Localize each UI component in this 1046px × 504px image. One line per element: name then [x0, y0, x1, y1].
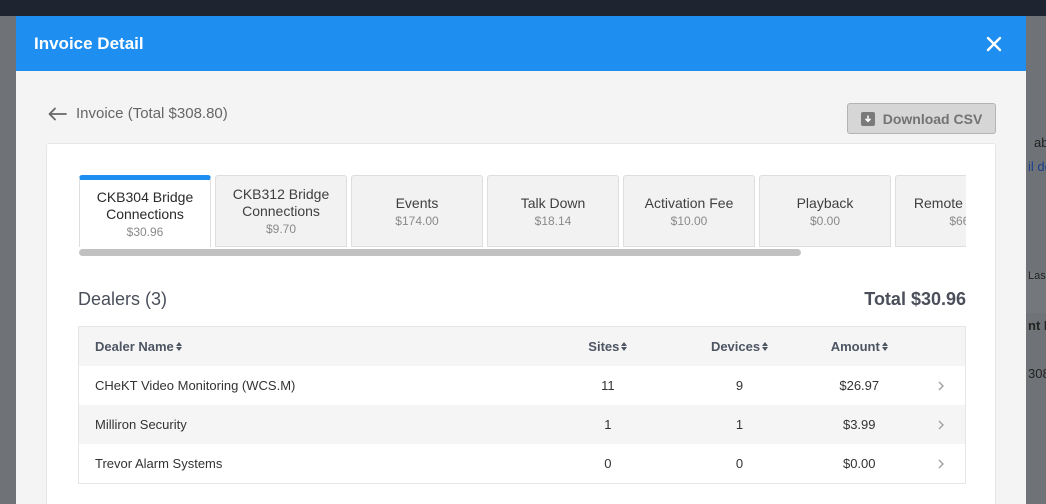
tab-talk-down[interactable]: Talk Down $18.14: [487, 175, 619, 247]
chevron-right-icon[interactable]: [917, 459, 965, 469]
background-text: 308: [1028, 366, 1046, 381]
tab-amount: $30.96: [126, 224, 164, 239]
sort-icon: [762, 342, 769, 351]
tab-label: Activation Fee: [644, 194, 734, 211]
tab-amount: $9.70: [265, 222, 297, 236]
modal-title: Invoice Detail: [34, 33, 144, 53]
header-label: Dealer Name: [95, 339, 174, 354]
modal-header: Invoice Detail: [16, 16, 1026, 71]
sort-icon: [175, 342, 182, 351]
background-text: Las: [1028, 270, 1046, 282]
table-row[interactable]: CHeKT Video Monitoring (WCS.M) 11 9 $26.…: [79, 366, 965, 405]
tab-remote-connections[interactable]: Remote Conne $66.: [895, 175, 966, 247]
table-row[interactable]: Milliron Security 1 1 $3.99: [79, 405, 965, 444]
tab-label: Playback: [796, 194, 854, 211]
tab-amount: $174.00: [395, 213, 439, 228]
devices-cell: 9: [735, 378, 744, 393]
tab-activation-fee[interactable]: Activation Fee $10.00: [623, 175, 755, 247]
scrollbar-thumb[interactable]: [79, 249, 801, 256]
download-csv-label: Download CSV: [882, 110, 983, 127]
amount-cell: $0.00: [842, 456, 876, 471]
tab-label: Events: [395, 194, 439, 211]
tab-label: CKB304 Bridge Connections: [96, 188, 194, 222]
column-header-amount[interactable]: Amount: [801, 339, 917, 354]
tab-ckb312-bridge-connections[interactable]: CKB312 Bridge Connections $9.70: [215, 175, 347, 247]
column-header-dealer-name[interactable]: Dealer Name: [79, 339, 538, 354]
background-text: abo: [1034, 135, 1046, 150]
sort-icon: [621, 342, 628, 351]
devices-cell: 0: [735, 456, 744, 471]
tab-ckb304-bridge-connections[interactable]: CKB304 Bridge Connections $30.96: [79, 175, 211, 247]
tabs-scrollbar[interactable]: [79, 249, 966, 257]
close-icon[interactable]: [984, 34, 1004, 54]
amount-cell: $26.97: [839, 378, 880, 393]
dealer-name-cell: CHeKT Video Monitoring (WCS.M): [95, 378, 296, 393]
header-label: Devices: [710, 339, 761, 354]
breadcrumb: Invoice (Total $308.80): [48, 105, 228, 122]
column-header-sites[interactable]: Sites: [538, 339, 678, 354]
back-arrow-icon[interactable]: [48, 106, 68, 122]
sites-cell: 1: [604, 417, 612, 432]
dealers-title: Dealers (3): [78, 289, 168, 309]
header-label: Amount: [830, 339, 880, 354]
tab-label: Remote Conne: [913, 194, 966, 211]
section-header: Dealers (3) Total $30.96: [78, 289, 966, 310]
total-amount: Total $30.96: [864, 289, 966, 309]
background-link: il de: [1028, 159, 1046, 174]
dealers-table: Dealer Name Sites Devices Amount CHeKT V…: [78, 326, 966, 484]
download-icon: [860, 111, 875, 126]
download-csv-button[interactable]: Download CSV: [847, 103, 996, 134]
back-label[interactable]: Invoice (Total $308.80): [76, 105, 228, 122]
chevron-right-icon[interactable]: [917, 420, 965, 430]
tab-amount: $0.00: [809, 213, 841, 228]
amount-cell: $3.99: [842, 417, 876, 432]
background-text: nt I: [1028, 318, 1046, 333]
tab-strip: CKB304 Bridge Connections $30.96 CKB312 …: [79, 175, 966, 247]
table-header: Dealer Name Sites Devices Amount: [79, 327, 965, 366]
tab-label: Talk Down: [520, 194, 586, 211]
sites-cell: 0: [604, 456, 612, 471]
tab-amount: $10.00: [670, 213, 708, 228]
dealer-name-cell: Trevor Alarm Systems: [95, 456, 223, 471]
invoice-card: CKB304 Bridge Connections $30.96 CKB312 …: [46, 143, 996, 504]
table-row[interactable]: Trevor Alarm Systems 0 0 $0.00: [79, 444, 965, 483]
tab-amount: $66.: [949, 213, 966, 228]
sites-cell: 11: [601, 378, 615, 393]
tab-events[interactable]: Events $174.00: [351, 175, 483, 247]
column-header-devices[interactable]: Devices: [678, 339, 802, 354]
sort-icon: [881, 342, 888, 351]
tabs-viewport: CKB304 Bridge Connections $30.96 CKB312 …: [79, 175, 966, 247]
tab-playback[interactable]: Playback $0.00: [759, 175, 891, 247]
tab-amount: $18.14: [534, 213, 572, 228]
background-top-bar: [0, 0, 1046, 16]
tab-label: CKB312 Bridge Connections: [232, 186, 330, 219]
header-label: Sites: [588, 339, 620, 354]
devices-cell: 1: [735, 417, 744, 432]
chevron-right-icon[interactable]: [917, 381, 965, 391]
dealer-name-cell: Milliron Security: [95, 417, 187, 432]
invoice-detail-modal: Invoice Detail Invoice (Total $308.80) D…: [16, 16, 1026, 504]
